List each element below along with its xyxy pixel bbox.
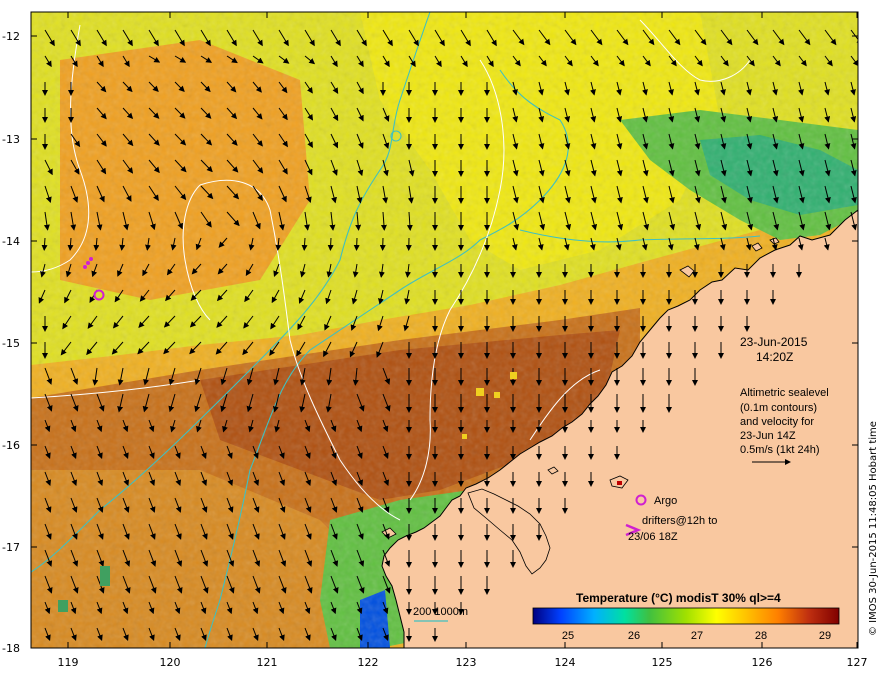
colorbar-tick: 27 [691, 630, 703, 642]
info-line: and velocity for [740, 416, 814, 428]
lat-label: -16 [2, 439, 20, 452]
lon-label: 127 [847, 656, 868, 669]
lon-label: 120 [160, 656, 181, 669]
lon-label: 124 [555, 656, 576, 669]
colorbar-tick: 29 [819, 630, 831, 642]
lon-label: 123 [456, 656, 477, 669]
latitude-labels: -12 -13 -14 -15 -16 -17 -18 [2, 30, 20, 655]
colorbar-gradient [532, 607, 840, 625]
lon-label: 126 [752, 656, 773, 669]
sst-map: 119 120 121 122 123 124 125 126 127 -12 … [2, 11, 879, 669]
lat-label: -17 [2, 541, 20, 554]
lon-label: 119 [58, 656, 79, 669]
info-line: 23-Jun 14Z [740, 430, 796, 442]
lat-label: -12 [2, 30, 20, 43]
lat-label: -14 [2, 235, 20, 248]
colorbar-tick: 28 [755, 630, 767, 642]
info-line: Altimetric sealevel [740, 387, 829, 399]
longitude-labels: 119 120 121 122 123 124 125 126 127 [58, 656, 868, 669]
velocity-arrow [353, 237, 360, 251]
reef-marker [617, 481, 622, 485]
argo-legend-label: Argo [654, 495, 677, 507]
bathy-legend-label: 200 1000m [413, 606, 468, 618]
drifters-legend-line: 23/06 18Z [628, 531, 678, 543]
colorbar-tick: 25 [562, 630, 574, 642]
lat-label: -15 [2, 337, 20, 350]
colorbar-title: Temperature (°C) modisT 30% ql>=4 [576, 591, 781, 605]
velocity-arrow [327, 237, 334, 251]
map-date: 23-Jun-2015 [740, 335, 808, 349]
drifters-legend-line: drifters@12h to [642, 515, 717, 527]
plot-area [31, 12, 858, 648]
lat-label: -13 [2, 133, 20, 146]
copyright-label: © IMOS 30-Jun-2015 11:48:05 Hobart time [868, 421, 879, 636]
colorbar-tick: 26 [628, 630, 640, 642]
map-time: 14:20Z [756, 350, 793, 364]
info-line: (0.1m contours) [740, 402, 817, 414]
lat-label: -18 [2, 642, 20, 655]
lon-label: 122 [358, 656, 379, 669]
info-line: 0.5m/s (1kt 24h) [740, 444, 819, 456]
lon-label: 125 [652, 656, 673, 669]
lon-label: 121 [257, 656, 278, 669]
